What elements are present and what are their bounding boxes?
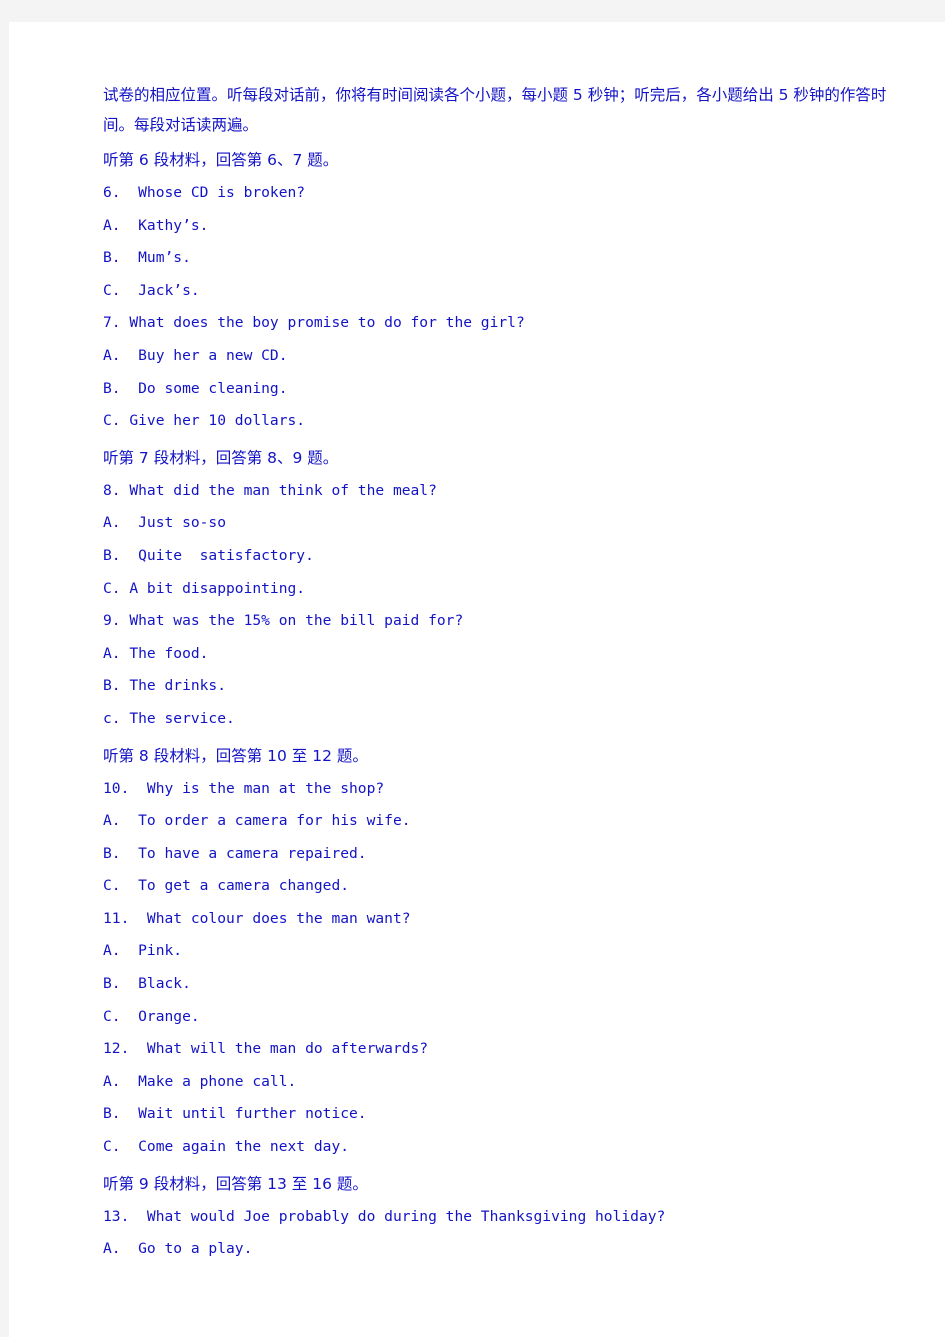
option-item[interactable]: B. Quite satisfactory. — [103, 540, 913, 573]
question-stem: 13. What would Joe probably do during th… — [103, 1207, 666, 1225]
option-item[interactable]: C. To get a camera changed. — [103, 870, 913, 903]
option-item[interactable]: A. Just so-so — [103, 507, 913, 540]
question-stem: 7. What does the boy promise to do for t… — [103, 314, 525, 332]
option-item[interactable]: B. Mum’s. — [103, 242, 913, 275]
question-stem: 9. What was the 15% on the bill paid for… — [103, 612, 464, 630]
document-body: 试卷的相应位置。听每段对话前，你将有时间阅读各个小题，每小题 5 秒钟；听完后，… — [103, 80, 913, 1266]
option-item[interactable]: A. Make a phone call. — [103, 1066, 913, 1099]
option-item[interactable]: B. Black. — [103, 968, 913, 1001]
option-item[interactable]: C. Jack’s. — [103, 275, 913, 308]
option-item[interactable]: c. The service. — [103, 703, 913, 736]
option-item[interactable]: B. Do some cleaning. — [103, 373, 913, 406]
question-stem: 6. Whose CD is broken? — [103, 184, 306, 201]
intro-paragraph: 试卷的相应位置。听每段对话前，你将有时间阅读各个小题，每小题 5 秒钟；听完后，… — [103, 86, 887, 134]
section-header: 听第 6 段材料，回答第 6、7 题。 — [103, 151, 339, 169]
option-item[interactable]: A. Go to a play. — [103, 1233, 913, 1266]
question-stem: 8. What did the man think of the meal? — [103, 481, 437, 499]
option-item[interactable]: B. Wait until further notice. — [103, 1098, 913, 1131]
option-item[interactable]: B. To have a camera repaired. — [103, 838, 913, 871]
option-item[interactable]: A. Kathy’s. — [103, 210, 913, 243]
option-item[interactable]: C. A bit disappointing. — [103, 573, 913, 606]
question-stem: 10. Why is the man at the shop? — [103, 779, 385, 797]
option-item[interactable]: B. The drinks. — [103, 670, 913, 703]
question-stem: 12. What will the man do afterwards? — [103, 1040, 429, 1058]
option-item[interactable]: C. Give her 10 dollars. — [103, 405, 913, 438]
option-item[interactable]: C. Orange. — [103, 1001, 913, 1034]
option-item[interactable]: A. The food. — [103, 638, 913, 671]
question-stem: 11. What colour does the man want? — [103, 909, 411, 927]
option-item[interactable]: A. To order a camera for his wife. — [103, 805, 913, 838]
section-header: 听第 8 段材料，回答第 10 至 12 题。 — [103, 746, 368, 765]
option-item[interactable]: C. Come again the next day. — [103, 1131, 913, 1164]
option-item[interactable]: A. Pink. — [103, 935, 913, 968]
section-header: 听第 7 段材料，回答第 8、9 题。 — [103, 448, 339, 467]
section-header: 听第 9 段材料，回答第 13 至 16 题。 — [103, 1174, 368, 1193]
option-item[interactable]: A. Buy her a new CD. — [103, 340, 913, 373]
paper-sheet: 试卷的相应位置。听每段对话前，你将有时间阅读各个小题，每小题 5 秒钟；听完后，… — [9, 22, 945, 1337]
